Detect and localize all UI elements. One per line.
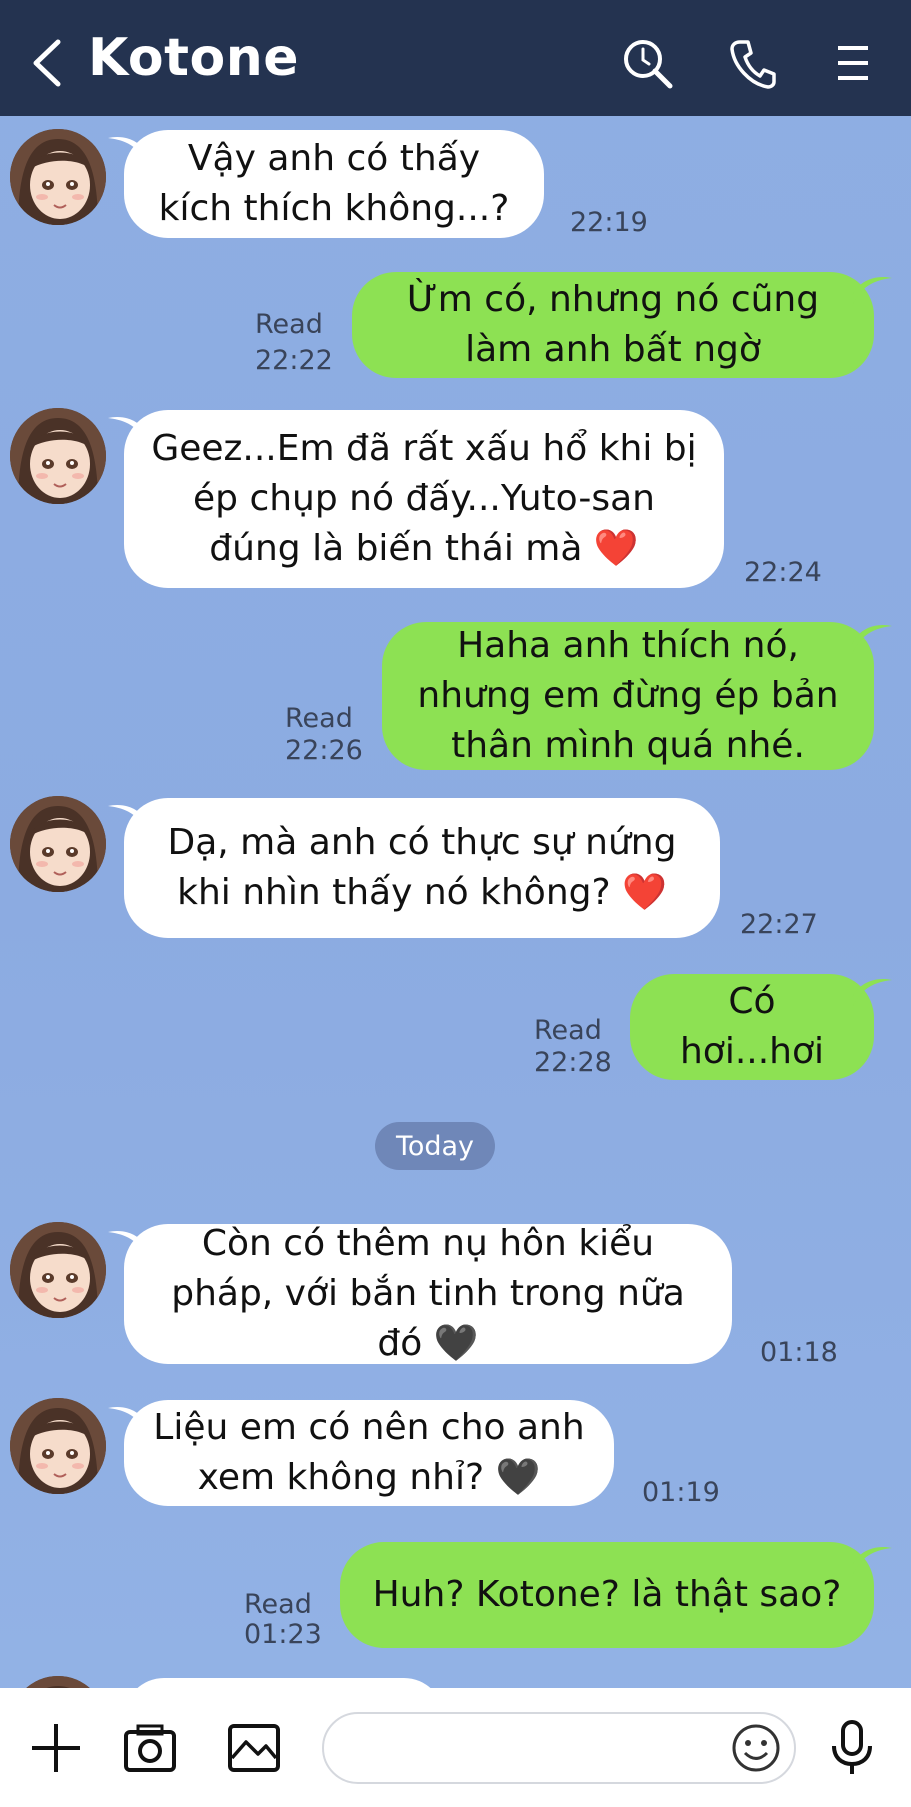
- contact-name[interactable]: Kotone: [88, 28, 299, 88]
- bubble-tail: [852, 978, 892, 1008]
- message-input[interactable]: [322, 1712, 796, 1784]
- message-bubble-incoming[interactable]: Dạ, mà anh có thực sự nứng khi nhìn thấy…: [124, 798, 720, 938]
- message-time: 22:22: [255, 345, 333, 376]
- message-bubble-incoming-partial[interactable]: [124, 1678, 444, 1688]
- phone-icon[interactable]: [726, 36, 780, 90]
- message-bubble-outgoing[interactable]: Haha anh thích nó, nhưng em đừng ép bản …: [382, 622, 874, 770]
- plus-icon[interactable]: [26, 1718, 86, 1778]
- date-divider: Today: [375, 1122, 495, 1170]
- message-bubble-incoming[interactable]: Geez...Em đã rất xấu hổ khi bị ép chụp n…: [124, 410, 724, 588]
- avatar[interactable]: [10, 796, 106, 892]
- message-time: 01:18: [760, 1337, 838, 1368]
- message-time: 01:23: [244, 1619, 322, 1650]
- message-time: 22:24: [744, 557, 822, 588]
- camera-icon[interactable]: [120, 1718, 180, 1778]
- bubble-tail: [852, 1546, 892, 1576]
- message-bubble-outgoing[interactable]: Huh? Kotone? là thật sao?: [340, 1542, 874, 1648]
- avatar[interactable]: [10, 1676, 106, 1688]
- read-receipt: Read: [285, 703, 353, 734]
- avatar[interactable]: [10, 1222, 106, 1318]
- avatar[interactable]: [10, 129, 106, 225]
- emoji-icon[interactable]: [726, 1718, 786, 1778]
- message-time: 22:28: [534, 1047, 612, 1078]
- message-time: 01:19: [642, 1477, 720, 1508]
- message-time: 22:19: [570, 207, 648, 238]
- read-receipt: Read: [255, 309, 323, 340]
- message-time: 22:27: [740, 909, 818, 940]
- message-bubble-outgoing[interactable]: Có hơi...hơi: [630, 974, 874, 1080]
- message-bubble-incoming[interactable]: Còn có thêm nụ hôn kiểu pháp, với bắn ti…: [124, 1223, 732, 1364]
- back-arrow-icon[interactable]: [28, 38, 68, 88]
- message-bubble-outgoing[interactable]: Ừm có, nhưng nó cũng làm anh bất ngờ: [352, 272, 874, 378]
- menu-icon[interactable]: [826, 36, 880, 90]
- message-input-bar: [0, 1688, 911, 1807]
- message-list[interactable]: Vậy anh có thấy kích thích không...? 22:…: [0, 116, 911, 1688]
- bubble-tail: [852, 624, 892, 654]
- search-icon[interactable]: [620, 36, 674, 90]
- message-time: 22:26: [285, 735, 363, 766]
- chat-header: Kotone: [0, 0, 911, 116]
- image-icon[interactable]: [224, 1718, 284, 1778]
- avatar[interactable]: [10, 408, 106, 504]
- message-bubble-incoming[interactable]: Vậy anh có thấy kích thích không...?: [124, 130, 544, 238]
- message-bubble-incoming[interactable]: Liệu em có nên cho anh xem không nhỉ? 🖤: [124, 1400, 614, 1506]
- read-receipt: Read: [534, 1015, 602, 1046]
- microphone-icon[interactable]: [822, 1718, 882, 1778]
- avatar[interactable]: [10, 1398, 106, 1494]
- bubble-tail: [852, 276, 892, 306]
- read-receipt: Read: [244, 1589, 312, 1620]
